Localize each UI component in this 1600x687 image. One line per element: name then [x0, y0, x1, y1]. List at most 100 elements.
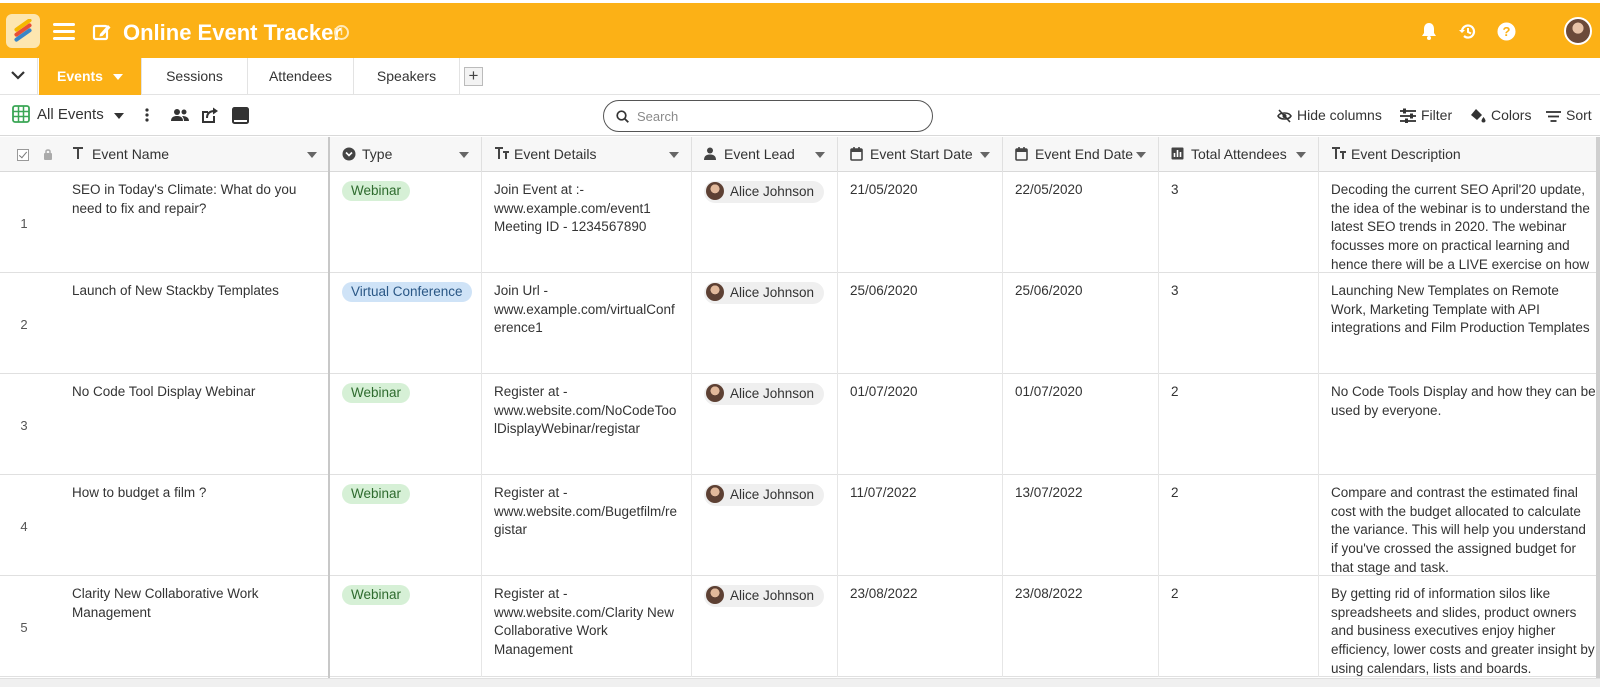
avatar — [706, 182, 724, 200]
cell-event-description[interactable]: Launching New Templates on Remote Work, … — [1319, 273, 1600, 374]
cell-total-attendees[interactable]: 2 — [1159, 475, 1319, 576]
cell-event-description[interactable]: By getting rid of information silos like… — [1319, 576, 1600, 677]
help-icon[interactable]: ? — [1497, 22, 1516, 41]
cell-event-start-date[interactable]: 11/07/2022 — [838, 475, 1003, 576]
column-label: Total Attendees — [1191, 146, 1287, 162]
cell-event-end-date[interactable]: 23/08/2022 — [1003, 576, 1159, 677]
table-row[interactable]: 4 How to budget a film ? Webinar Register a… — [0, 475, 1600, 576]
cell-event-start-date[interactable]: 21/05/2020 — [838, 172, 1003, 273]
tab-sessions[interactable]: Sessions — [142, 58, 248, 95]
cell-event-end-date[interactable]: 13/07/2022 — [1003, 475, 1159, 576]
cell-event-details[interactable]: Register at - www.website.com/NoCodeTool… — [482, 374, 692, 475]
cell-event-name[interactable]: Launch of New Stackby Templates — [60, 273, 330, 374]
cell-event-start-date[interactable]: 01/07/2020 — [838, 374, 1003, 475]
cell-event-lead[interactable]: Alice Johnson — [692, 172, 838, 273]
table-row[interactable]: 2 Launch of New Stackby Templates Virtual … — [0, 273, 1600, 374]
sort-label: Sort — [1566, 107, 1592, 123]
table-row[interactable]: 1 SEO in Today's Climate: What do you nee… — [0, 172, 1600, 273]
column-label: Event End Date — [1035, 146, 1134, 162]
caret-down-icon[interactable] — [114, 113, 124, 119]
view-selector[interactable]: All Events — [37, 106, 104, 123]
cell-event-description[interactable]: Compare and contrast the estimated final… — [1319, 475, 1600, 576]
frozen-column-divider[interactable] — [328, 137, 330, 687]
colors-label: Colors — [1491, 107, 1532, 123]
cell-type[interactable]: Webinar — [330, 374, 482, 475]
caret-down-icon[interactable] — [112, 74, 123, 81]
horizontal-scrollbar[interactable] — [0, 678, 1600, 687]
caret-down-icon[interactable] — [815, 152, 825, 158]
cell-event-name[interactable]: Clarity New Collaborative Work Managemen… — [60, 576, 330, 677]
column-header-total-attendees[interactable]: Total Attendees — [1159, 137, 1319, 172]
cell-event-description[interactable]: Decoding the current SEO April'20 update… — [1319, 172, 1600, 273]
cell-event-details[interactable]: Register at - www.website.com/Clarity Ne… — [482, 576, 692, 677]
person-chip: Alice Johnson — [704, 282, 825, 304]
column-header-event-name[interactable]: Event Name — [60, 137, 330, 172]
collapse-tabs-button[interactable] — [0, 58, 38, 95]
sort-button[interactable]: Sort — [1546, 107, 1592, 123]
caret-down-icon[interactable] — [669, 152, 679, 158]
logo-icon[interactable] — [6, 14, 40, 48]
cell-event-lead[interactable]: Alice Johnson — [692, 475, 838, 576]
cell-event-name[interactable]: SEO in Today's Climate: What do you need… — [60, 172, 330, 273]
column-header-event-description[interactable]: Event Description — [1319, 137, 1600, 172]
caret-down-icon[interactable] — [307, 152, 317, 158]
column-header-type[interactable]: Type — [330, 137, 482, 172]
colors-button[interactable]: Colors — [1470, 107, 1531, 123]
caret-down-icon[interactable] — [1136, 152, 1146, 158]
cell-event-end-date[interactable]: 25/06/2020 — [1003, 273, 1159, 374]
cell-event-lead[interactable]: Alice Johnson — [692, 576, 838, 677]
menu-icon[interactable] — [53, 23, 75, 40]
tab-events[interactable]: Events — [39, 58, 142, 95]
cell-type[interactable]: Webinar — [330, 576, 482, 677]
grid-header: Event Name Type Event Details Event Lead… — [0, 137, 1600, 172]
cell-event-end-date[interactable]: 22/05/2020 — [1003, 172, 1159, 273]
cell-event-lead[interactable]: Alice Johnson — [692, 374, 838, 475]
select-all-checkbox[interactable] — [17, 149, 29, 161]
export-icon[interactable] — [201, 107, 219, 124]
bell-icon[interactable] — [1420, 22, 1438, 41]
add-tab-button[interactable]: + — [464, 67, 483, 86]
caret-down-icon[interactable] — [1296, 152, 1306, 158]
info-icon[interactable]: i — [334, 25, 349, 40]
cell-event-start-date[interactable]: 23/08/2022 — [838, 576, 1003, 677]
cell-event-details[interactable]: Join Url - www.example.com/virtualConfer… — [482, 273, 692, 374]
cell-event-end-date[interactable]: 01/07/2020 — [1003, 374, 1159, 475]
caret-down-icon[interactable] — [459, 152, 469, 158]
cell-event-details[interactable]: Join Event at :- www.example.com/event1 … — [482, 172, 692, 273]
vertical-scrollbar[interactable] — [1596, 137, 1600, 687]
cell-type[interactable]: Webinar — [330, 475, 482, 576]
table-row[interactable]: 3 No Code Tool Display Webinar Webinar Regi… — [0, 374, 1600, 475]
cell-event-details[interactable]: Register at - www.website.com/Bugetfilm/… — [482, 475, 692, 576]
column-header-event-details[interactable]: Event Details — [482, 137, 692, 172]
column-header-event-start-date[interactable]: Event Start Date — [838, 137, 1003, 172]
cell-event-name[interactable]: No Code Tool Display Webinar — [60, 374, 330, 475]
cell-total-attendees[interactable]: 3 — [1159, 172, 1319, 273]
hide-columns-button[interactable]: Hide columns — [1277, 107, 1382, 123]
search-bar[interactable] — [603, 100, 933, 132]
column-header-event-end-date[interactable]: Event End Date — [1003, 137, 1159, 172]
tab-attendees[interactable]: Attendees — [248, 58, 354, 95]
cell-event-start-date[interactable]: 25/06/2020 — [838, 273, 1003, 374]
tab-speakers[interactable]: Speakers — [354, 58, 460, 95]
cell-event-description[interactable]: No Code Tools Display and how they can b… — [1319, 374, 1600, 475]
more-vertical-icon[interactable] — [145, 107, 149, 123]
cell-total-attendees[interactable]: 2 — [1159, 374, 1319, 475]
filter-button[interactable]: Filter — [1400, 107, 1452, 123]
cell-total-attendees[interactable]: 2 — [1159, 576, 1319, 677]
history-icon[interactable] — [1458, 22, 1477, 41]
sort-icon — [1546, 111, 1561, 122]
cell-type[interactable]: Virtual Conference — [330, 273, 482, 374]
column-header-event-lead[interactable]: Event Lead — [692, 137, 838, 172]
table-row[interactable]: 5 Clarity New Collaborative Work Manageme… — [0, 576, 1600, 677]
share-people-icon[interactable] — [171, 107, 189, 123]
cell-total-attendees[interactable]: 3 — [1159, 273, 1319, 374]
cell-event-name[interactable]: How to budget a film ? — [60, 475, 330, 576]
book-icon[interactable] — [232, 107, 249, 124]
search-input[interactable] — [637, 107, 917, 125]
cell-type[interactable]: Webinar — [330, 172, 482, 273]
column-label: Event Lead — [724, 146, 795, 162]
avatar[interactable] — [1564, 17, 1592, 45]
edit-icon[interactable] — [92, 22, 112, 42]
caret-down-icon[interactable] — [980, 152, 990, 158]
cell-event-lead[interactable]: Alice Johnson — [692, 273, 838, 374]
